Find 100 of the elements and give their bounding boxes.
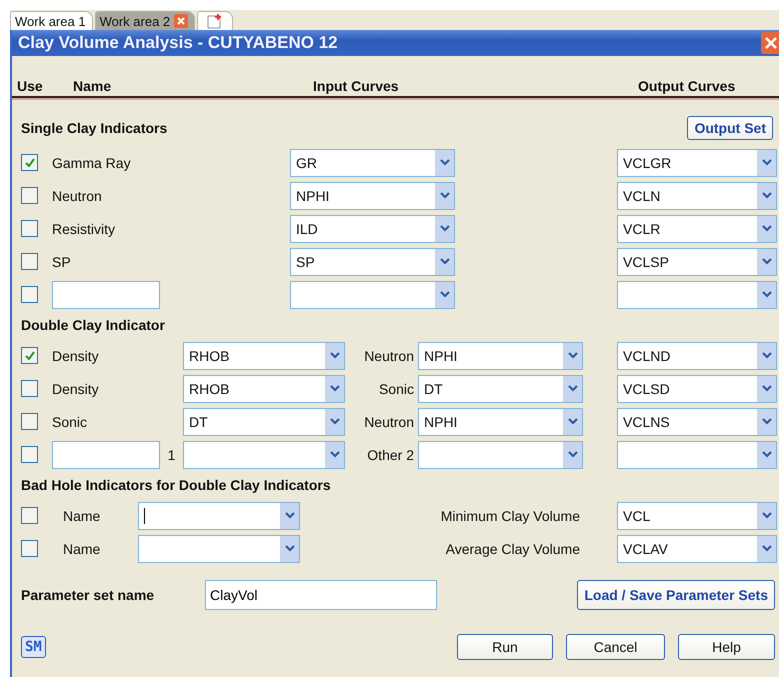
- field-label: Name: [63, 508, 100, 524]
- chevron-down-icon: [330, 451, 340, 458]
- section-title: Single Clay Indicators: [21, 120, 168, 136]
- checkbox[interactable]: [21, 540, 38, 557]
- curve-label: Neutron: [364, 348, 414, 364]
- output-dropdown[interactable]: [617, 280, 777, 308]
- field-label: Name: [63, 540, 100, 556]
- indicator-name: Density: [52, 348, 100, 364]
- indicator-name: Neutron: [52, 188, 103, 204]
- curve-dropdown[interactable]: RHOB: [183, 374, 345, 402]
- curve-dropdown[interactable]: NPHI: [418, 342, 583, 370]
- checkbox[interactable]: [21, 347, 38, 364]
- section-title: Double Clay Indicator: [21, 317, 165, 333]
- chevron-down-icon: [762, 385, 772, 392]
- chevron-down-icon: [762, 258, 772, 265]
- checkbox[interactable]: [21, 220, 38, 237]
- curve-dropdown[interactable]: SP: [290, 248, 455, 276]
- name-field[interactable]: [52, 440, 160, 468]
- output-dropdown[interactable]: VCLR: [617, 214, 777, 242]
- indicator-name: Gamma Ray: [52, 154, 132, 170]
- curve-dropdown[interactable]: NPHI: [418, 408, 583, 436]
- curve-dropdown[interactable]: [183, 440, 345, 468]
- curve-dropdown[interactable]: [138, 534, 300, 562]
- run-button[interactable]: Run: [457, 634, 553, 660]
- indicator-name: SP: [52, 254, 72, 270]
- chevron-down-icon: [762, 451, 772, 458]
- output-label: Average Clay Volume: [446, 540, 580, 556]
- chevron-down-icon: [440, 192, 450, 199]
- checkbox[interactable]: [21, 253, 38, 270]
- indicator-name: Density: [52, 380, 100, 396]
- output-dropdown[interactable]: VCLNS: [617, 408, 777, 436]
- curve-dropdown[interactable]: GR: [290, 148, 455, 176]
- checkbox[interactable]: [21, 187, 38, 204]
- chevron-down-icon: [440, 159, 450, 166]
- chevron-down-icon: [330, 352, 340, 359]
- chevron-down-icon: [330, 418, 340, 425]
- column-header: Use: [17, 78, 43, 94]
- checkmark-icon: [24, 156, 36, 168]
- close-icon[interactable]: [761, 32, 779, 54]
- section-title: Bad Hole Indicators for Double Clay Indicators: [21, 477, 331, 493]
- cancel-button[interactable]: Cancel: [566, 634, 665, 660]
- curve-label: Neutron: [364, 414, 414, 430]
- chevron-down-icon: [568, 418, 578, 425]
- curve-dropdown[interactable]: [138, 502, 300, 530]
- output-dropdown[interactable]: VCL: [617, 502, 777, 530]
- chevron-down-icon: [762, 192, 772, 199]
- close-icon[interactable]: [174, 14, 188, 28]
- new-tab-button[interactable]: [197, 11, 234, 30]
- help-button[interactable]: Help: [678, 634, 775, 660]
- curve-dropdown[interactable]: DT: [183, 408, 345, 436]
- curve-dropdown[interactable]: RHOB: [183, 342, 345, 370]
- chevron-down-icon: [440, 291, 450, 298]
- logo: SM: [21, 636, 46, 658]
- output-dropdown[interactable]: [617, 440, 777, 468]
- output-label: Minimum Clay Volume: [440, 508, 580, 524]
- chevron-down-icon: [440, 258, 450, 265]
- checkbox[interactable]: [21, 154, 38, 171]
- chevron-down-icon: [762, 225, 772, 232]
- checkbox[interactable]: [21, 507, 38, 524]
- curve-label: Other 2: [367, 446, 414, 462]
- column-header: Output Curves: [638, 78, 736, 94]
- indicator-name: Resistivity: [52, 220, 116, 236]
- output-dropdown[interactable]: VCLSP: [617, 248, 777, 276]
- column-header: Input Curves: [313, 78, 399, 94]
- chevron-down-icon: [568, 451, 578, 458]
- curve-dropdown[interactable]: DT: [418, 374, 583, 402]
- chevron-down-icon: [762, 512, 772, 519]
- chevron-down-icon: [762, 418, 772, 425]
- workspace-tab[interactable]: Work area 2: [94, 11, 196, 30]
- chevron-down-icon: [762, 159, 772, 166]
- curve-dropdown[interactable]: NPHI: [290, 182, 455, 210]
- checkbox[interactable]: [21, 286, 38, 303]
- chevron-down-icon: [568, 385, 578, 392]
- chevron-down-icon: [284, 545, 294, 552]
- curve-label: Sonic: [378, 380, 414, 396]
- load-save-button[interactable]: Load / Save Parameter Sets: [577, 580, 775, 610]
- output-dropdown[interactable]: VCLAV: [617, 534, 777, 562]
- parameter-set-field[interactable]: ClayVol: [205, 580, 437, 610]
- output-dropdown[interactable]: VCLSD: [617, 374, 777, 402]
- output-set-button[interactable]: Output Set: [687, 116, 773, 140]
- chevron-down-icon: [284, 512, 294, 519]
- curve-dropdown[interactable]: [418, 440, 583, 468]
- chevron-down-icon: [440, 225, 450, 232]
- name-field[interactable]: [52, 280, 160, 308]
- checkbox[interactable]: [21, 380, 38, 397]
- output-dropdown[interactable]: VCLGR: [617, 148, 777, 176]
- output-dropdown[interactable]: VCLN: [617, 182, 777, 210]
- window-title: Clay Volume Analysis - CUTYABENO 12: [17, 33, 338, 53]
- output-dropdown[interactable]: VCLND: [617, 342, 777, 370]
- chevron-down-icon: [568, 352, 578, 359]
- workspace-tab[interactable]: Work area 1: [10, 11, 93, 30]
- chevron-down-icon: [330, 385, 340, 392]
- checkbox[interactable]: [21, 446, 38, 463]
- curve-dropdown[interactable]: ILD: [290, 214, 455, 242]
- chevron-down-icon: [762, 545, 772, 552]
- curve-dropdown[interactable]: [290, 280, 455, 308]
- checkmark-icon: [24, 350, 36, 362]
- indicator-name: Sonic: [52, 414, 88, 430]
- chevron-down-icon: [762, 352, 772, 359]
- checkbox[interactable]: [21, 413, 38, 430]
